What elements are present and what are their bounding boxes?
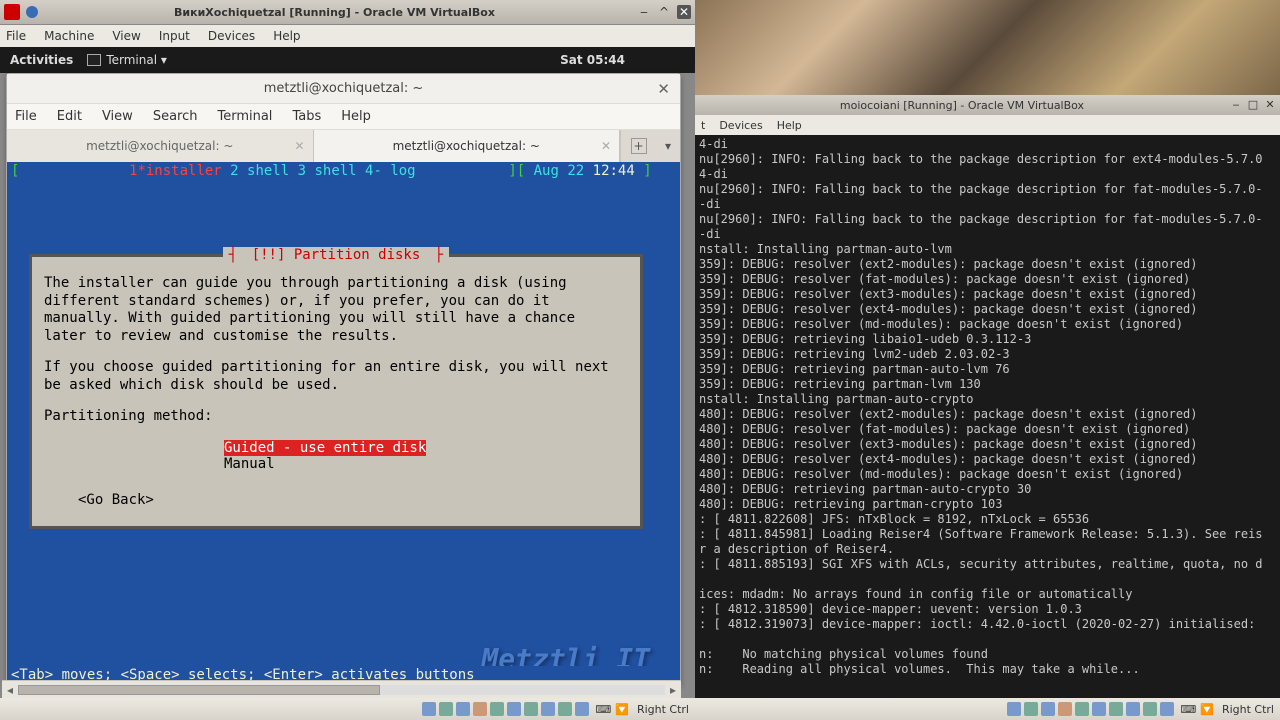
vb2-title-text: moiocoiani [Running] - Oracle VM Virtual… bbox=[699, 99, 1225, 112]
status-icon[interactable] bbox=[456, 702, 470, 716]
status-icon[interactable] bbox=[541, 702, 555, 716]
partition-dialog: ┤ [!!] Partition disks ├ The installer c… bbox=[29, 254, 643, 529]
desktop-wallpaper bbox=[695, 0, 1280, 100]
chevron-down-icon[interactable]: 🔽 bbox=[615, 703, 629, 716]
vb1-titlebar[interactable]: ВикиXochiquetzal [Running] - Oracle VM V… bbox=[0, 0, 695, 25]
status-icon[interactable] bbox=[1109, 702, 1123, 716]
dialog-text-3: Partitioning method: bbox=[44, 408, 628, 426]
dialog-text-1: The installer can guide you through part… bbox=[44, 275, 628, 345]
vb1-title-text: ВикиXochiquetzal [Running] - Oracle VM V… bbox=[38, 6, 631, 19]
clock[interactable]: Sat 05:44 bbox=[560, 53, 625, 67]
status-icon[interactable] bbox=[1092, 702, 1106, 716]
terminal-title-text: metztli@xochiquetzal: ~ bbox=[264, 81, 424, 96]
host-key-label: Right Ctrl bbox=[1222, 703, 1274, 716]
virtualbox-icon bbox=[4, 4, 20, 20]
activities-button[interactable]: Activities bbox=[10, 53, 73, 67]
status-icon[interactable] bbox=[473, 702, 487, 716]
terminal-tab-2[interactable]: metztli@xochiquetzal: ~ ✕ bbox=[314, 130, 621, 162]
tmenu-tabs[interactable]: Tabs bbox=[292, 109, 321, 124]
status-icon[interactable] bbox=[490, 702, 504, 716]
terminal-tab-1[interactable]: metztli@xochiquetzal: ~ ✕ bbox=[7, 130, 314, 162]
vb2-titlebar[interactable]: moiocoiani [Running] - Oracle VM Virtual… bbox=[695, 95, 1280, 115]
menu-help[interactable]: Help bbox=[273, 29, 300, 43]
go-back-button[interactable]: <Go Back> bbox=[78, 492, 628, 508]
new-tab-button[interactable]: + bbox=[620, 130, 656, 162]
menu-machine[interactable]: Machine bbox=[44, 29, 94, 43]
terminal-tabbar: metztli@xochiquetzal: ~ ✕ metztli@xochiq… bbox=[7, 130, 680, 162]
host-key-label: Right Ctrl bbox=[637, 703, 689, 716]
tmenu-view[interactable]: View bbox=[102, 109, 133, 124]
tab-close-icon[interactable]: ✕ bbox=[294, 139, 304, 153]
dialog-text-2: If you choose guided partitioning for an… bbox=[44, 359, 628, 394]
menu-file[interactable]: File bbox=[6, 29, 26, 43]
terminal-app-indicator[interactable]: Terminal ▾ bbox=[87, 53, 167, 67]
horizontal-scrollbar[interactable]: ◂ ▸ bbox=[2, 680, 681, 698]
scroll-thumb[interactable] bbox=[18, 685, 380, 695]
minimize-button[interactable]: ‒ bbox=[637, 5, 651, 19]
status-icon[interactable] bbox=[1160, 702, 1174, 716]
terminal-icon bbox=[87, 54, 101, 66]
status-icon[interactable] bbox=[1007, 702, 1021, 716]
status-icon[interactable] bbox=[1041, 702, 1055, 716]
dialog-title: ┤ [!!] Partition disks ├ bbox=[44, 247, 628, 263]
tab-close-icon[interactable]: ✕ bbox=[601, 139, 611, 153]
terminal-close-button[interactable]: ✕ bbox=[657, 80, 670, 98]
tmenu-edit[interactable]: Edit bbox=[57, 109, 82, 124]
terminal-content[interactable]: [ 1*installer 2 shell 3 shell 4- log ][ … bbox=[7, 162, 680, 684]
tmenu-search[interactable]: Search bbox=[153, 109, 198, 124]
status-icon[interactable] bbox=[1058, 702, 1072, 716]
status-icon[interactable] bbox=[1075, 702, 1089, 716]
vb2-menubar: t Devices Help bbox=[695, 115, 1280, 135]
menu-devices[interactable]: Devices bbox=[719, 119, 762, 132]
maximize-button[interactable]: ^ bbox=[657, 5, 671, 19]
status-icon[interactable] bbox=[575, 702, 589, 716]
vm-running-icon bbox=[26, 6, 38, 18]
virtualbox-window-right: moiocoiani [Running] - Oracle VM Virtual… bbox=[695, 95, 1280, 720]
status-icon[interactable] bbox=[1024, 702, 1038, 716]
status-icon[interactable] bbox=[1126, 702, 1140, 716]
close-button[interactable]: ✕ bbox=[1264, 99, 1276, 111]
chevron-down-icon[interactable]: 🔽 bbox=[1200, 703, 1214, 716]
status-icon[interactable] bbox=[1143, 702, 1157, 716]
tmenu-terminal[interactable]: Terminal bbox=[217, 109, 272, 124]
terminal-titlebar[interactable]: metztli@xochiquetzal: ~ ✕ bbox=[7, 74, 680, 104]
console-output[interactable]: 4-di nu[2960]: INFO: Falling back to the… bbox=[695, 135, 1280, 698]
vb1-menubar: File Machine View Input Devices Help bbox=[0, 25, 695, 47]
scroll-left-button[interactable]: ◂ bbox=[2, 683, 18, 697]
option-guided-entire-disk[interactable]: Guided - use entire disk bbox=[224, 440, 426, 456]
scroll-right-button[interactable]: ▸ bbox=[665, 683, 681, 697]
menu-help[interactable]: Help bbox=[777, 119, 802, 132]
status-icon[interactable] bbox=[507, 702, 521, 716]
minimize-button[interactable]: ‒ bbox=[1230, 99, 1242, 111]
virtualbox-window-left: ВикиXochiquetzal [Running] - Oracle VM V… bbox=[0, 0, 695, 720]
menu-view[interactable]: View bbox=[112, 29, 140, 43]
maximize-button[interactable]: □ bbox=[1247, 99, 1259, 111]
terminal-menubar: File Edit View Search Terminal Tabs Help bbox=[7, 104, 680, 130]
vb1-statusbar: ⌨ 🔽 Right Ctrl bbox=[0, 698, 695, 720]
menu-input[interactable]: Input bbox=[159, 29, 190, 43]
host-key-icon: ⌨ bbox=[595, 703, 611, 716]
status-icon[interactable] bbox=[439, 702, 453, 716]
option-manual[interactable]: Manual bbox=[224, 456, 275, 472]
status-icon[interactable] bbox=[558, 702, 572, 716]
menu-partial[interactable]: t bbox=[701, 119, 705, 132]
gnome-topbar: Activities Terminal ▾ Sat 05:44 bbox=[0, 47, 695, 73]
close-button[interactable]: ✕ bbox=[677, 5, 691, 19]
tmenu-file[interactable]: File bbox=[15, 109, 37, 124]
status-icon[interactable] bbox=[524, 702, 538, 716]
status-icon[interactable] bbox=[422, 702, 436, 716]
terminal-window: metztli@xochiquetzal: ~ ✕ File Edit View… bbox=[6, 73, 681, 685]
vb2-statusbar: ⌨ 🔽 Right Ctrl bbox=[695, 698, 1280, 720]
tmux-statusline: [ 1*installer 2 shell 3 shell 4- log ][ … bbox=[7, 162, 680, 180]
tmenu-help[interactable]: Help bbox=[341, 109, 371, 124]
tab-menu-button[interactable]: ▾ bbox=[656, 130, 680, 162]
menu-devices[interactable]: Devices bbox=[208, 29, 255, 43]
host-key-icon: ⌨ bbox=[1180, 703, 1196, 716]
